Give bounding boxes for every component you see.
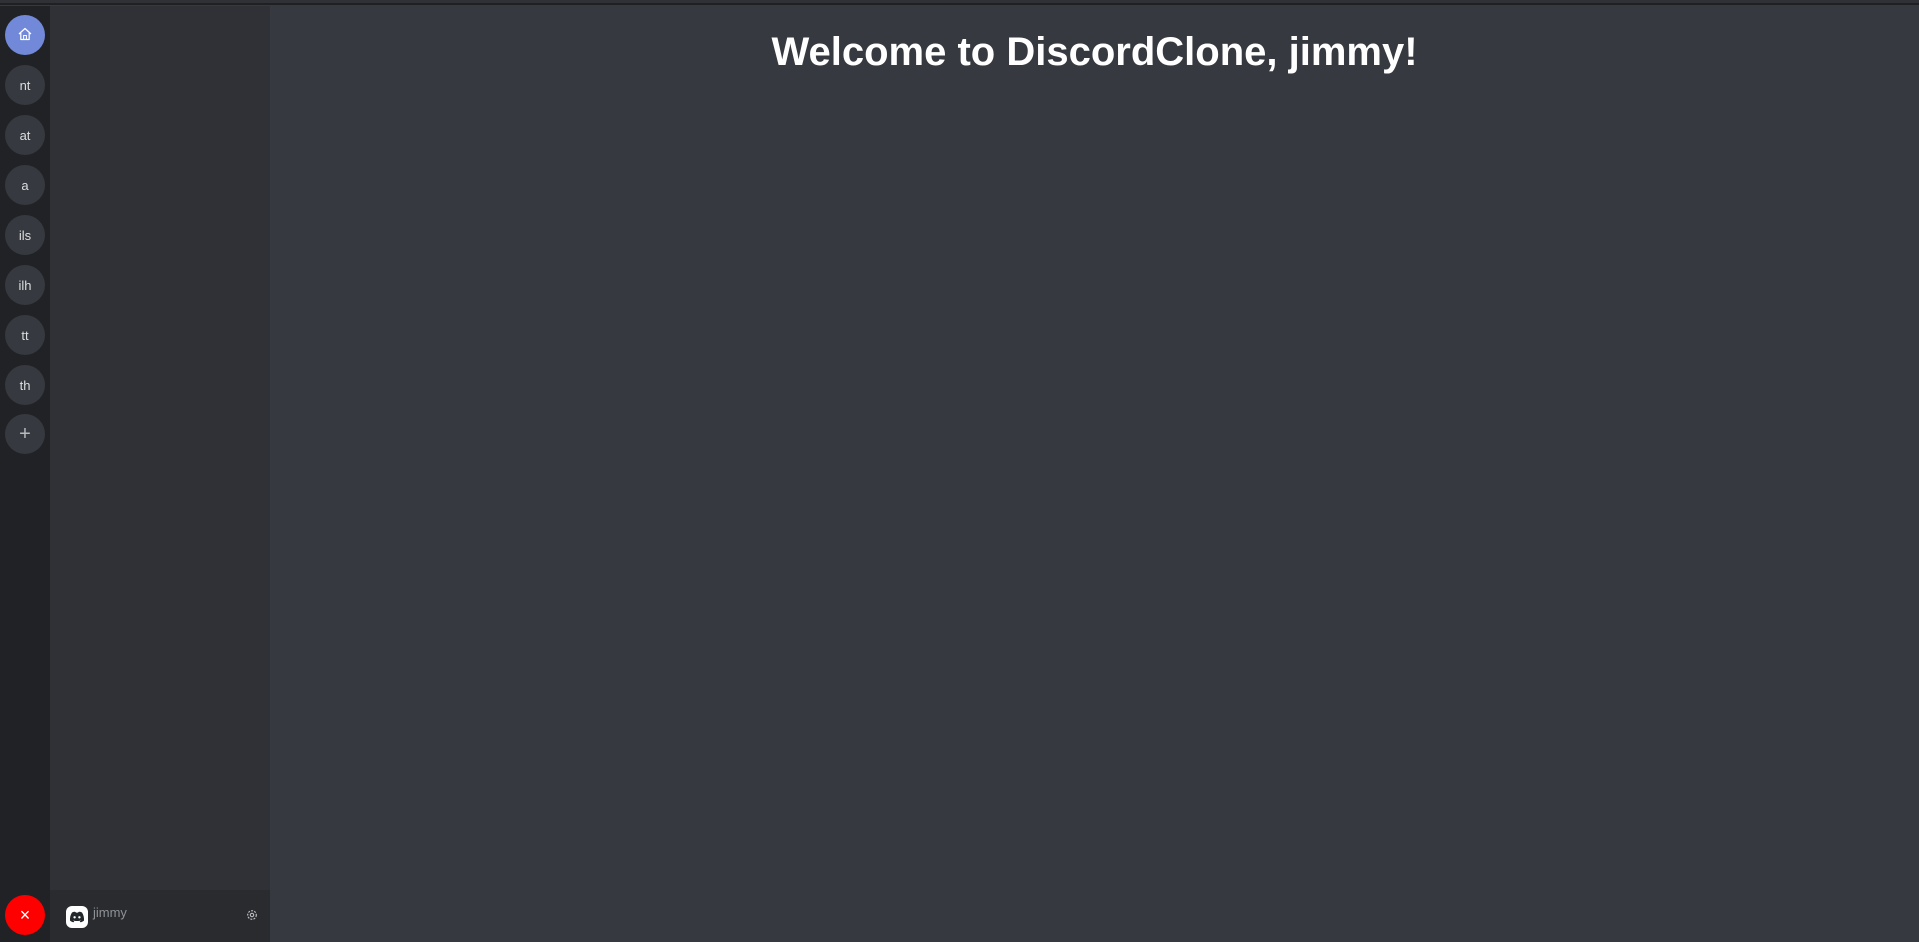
main-content: Welcome to DiscordClone, jimmy!: [270, 6, 1919, 942]
window-top-border: [0, 3, 1919, 5]
server-button-at[interactable]: at: [5, 115, 45, 155]
app-window: nt at a ils ilh tt th + × jimmy Welcome …: [0, 0, 1919, 942]
server-button-ils[interactable]: ils: [5, 215, 45, 255]
username-label: jimmy: [93, 905, 127, 920]
server-rail: nt at a ils ilh tt th + ×: [0, 6, 50, 942]
home-icon: [17, 26, 33, 45]
channel-sidebar: jimmy: [50, 6, 270, 942]
server-button-th[interactable]: th: [5, 365, 45, 405]
server-button-nt[interactable]: nt: [5, 65, 45, 105]
server-button-tt[interactable]: tt: [5, 315, 45, 355]
add-server-button[interactable]: +: [5, 414, 45, 454]
server-button-a[interactable]: a: [5, 165, 45, 205]
server-button-ilh[interactable]: ilh: [5, 265, 45, 305]
welcome-heading: Welcome to DiscordClone, jimmy!: [771, 30, 1418, 74]
logout-button[interactable]: ×: [5, 895, 45, 935]
home-button[interactable]: [5, 15, 45, 55]
gear-icon[interactable]: [244, 907, 260, 923]
user-panel: jimmy: [50, 890, 270, 942]
discord-logo-icon: [66, 906, 88, 928]
